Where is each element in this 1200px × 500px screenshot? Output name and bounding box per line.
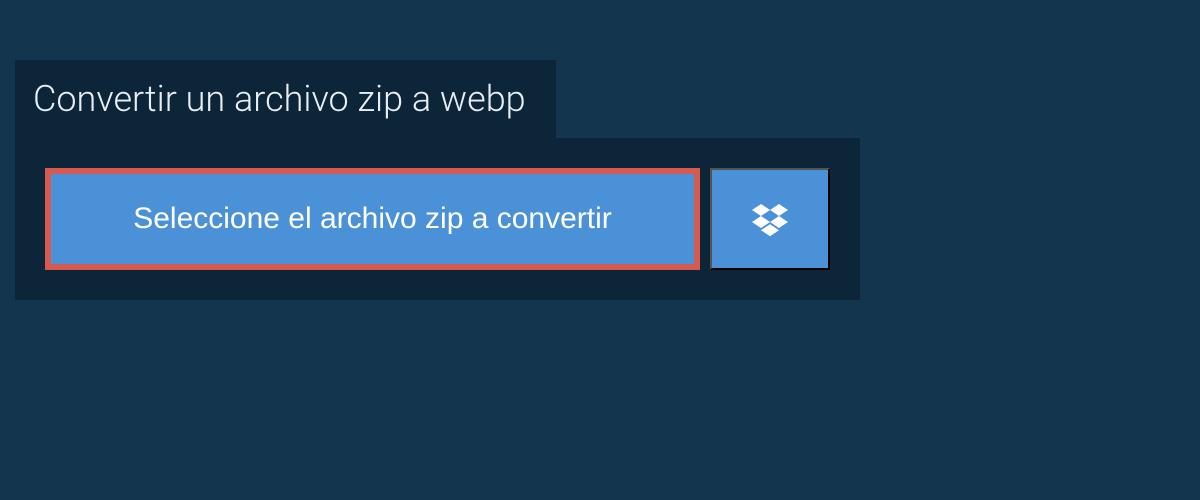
dropbox-icon xyxy=(752,201,788,237)
select-file-button[interactable]: Seleccione el archivo zip a convertir xyxy=(45,168,700,270)
converter-panel: Convertir un archivo zip a webp Seleccio… xyxy=(0,0,1200,300)
dropbox-upload-button[interactable] xyxy=(710,168,830,270)
upload-panel: Seleccione el archivo zip a convertir xyxy=(15,138,860,300)
page-title: Convertir un archivo zip a webp xyxy=(33,78,526,120)
title-bar: Convertir un archivo zip a webp xyxy=(15,60,556,138)
